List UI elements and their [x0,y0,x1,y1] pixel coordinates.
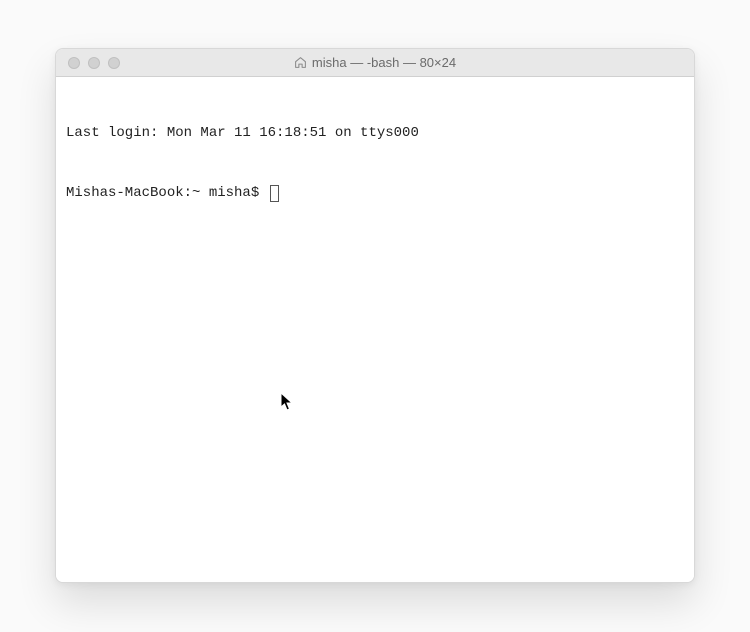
close-button[interactable] [68,57,80,69]
window-title: misha — -bash — 80×24 [56,55,694,70]
last-login-line: Last login: Mon Mar 11 16:18:51 on ttys0… [66,123,684,143]
window-title-text: misha — -bash — 80×24 [312,55,456,70]
terminal-window: misha — -bash — 80×24 Last login: Mon Ma… [55,48,695,583]
home-icon [294,56,307,69]
zoom-button[interactable] [108,57,120,69]
prompt-line: Mishas-MacBook:~ misha$ [66,183,684,203]
terminal-body[interactable]: Last login: Mon Mar 11 16:18:51 on ttys0… [56,77,694,582]
minimize-button[interactable] [88,57,100,69]
text-cursor [270,185,279,202]
window-titlebar[interactable]: misha — -bash — 80×24 [56,49,694,77]
window-controls [56,57,120,69]
prompt-text: Mishas-MacBook:~ misha$ [66,183,268,203]
